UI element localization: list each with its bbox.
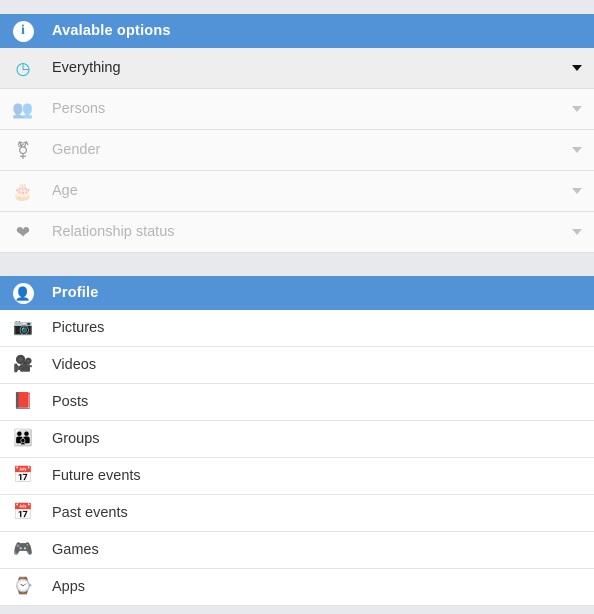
heart-icon: ❤	[15, 222, 31, 242]
option-row-everything[interactable]: ◷ Everything	[0, 48, 594, 89]
option-label: Relationship status	[52, 224, 175, 240]
books-icon: 📕	[13, 393, 33, 410]
profile-row-videos[interactable]: 🎥 Videos	[0, 347, 594, 384]
page-root: i Avalable options ◷ Everything 👥 Persons ⚧ G…	[0, 0, 594, 614]
movie-camera-icon: 🎥	[13, 356, 33, 373]
calendar-icon: 📅	[13, 467, 33, 484]
top-spacer	[0, 0, 594, 14]
profile-title: Profile	[52, 285, 99, 301]
busts-in-silhouette-icon: 👥	[12, 99, 34, 119]
profile-row-games[interactable]: 🎮 Games	[0, 532, 594, 569]
option-label: Everything	[52, 60, 121, 76]
profile-row-apps[interactable]: ⌚ Apps	[0, 569, 594, 606]
game-controller-icon: 🎮	[13, 541, 33, 558]
option-row-relationship-status: ❤ Relationship status	[0, 212, 594, 253]
info-circle-icon: i	[12, 20, 34, 42]
profile-row-pictures[interactable]: 📷 Pictures	[0, 310, 594, 347]
camera-icon: 📷	[13, 319, 33, 336]
chevron-down-icon	[572, 104, 582, 114]
profile-label: Apps	[52, 579, 86, 595]
option-label: Gender	[52, 142, 101, 158]
profile-label: Pictures	[52, 320, 105, 336]
chevron-down-icon	[572, 145, 582, 155]
calendar-icon: 📅	[13, 504, 33, 521]
available-options-list: ◷ Everything 👥 Persons ⚧ Gender 🎂 Age ❤ Relations…	[0, 48, 594, 253]
option-label: Persons	[52, 101, 106, 117]
profile-label: Videos	[52, 357, 97, 373]
option-row-age: 🎂 Age	[0, 171, 594, 212]
option-label: Age	[52, 183, 78, 199]
section-gap	[0, 253, 594, 276]
available-options-panel: i Avalable options ◷ Everything 👥 Persons ⚧ G…	[0, 14, 594, 253]
option-row-gender: ⚧ Gender	[0, 130, 594, 171]
profile-row-future-events[interactable]: 📅 Future events	[0, 458, 594, 495]
profile-header: 👤 Profile	[0, 276, 594, 310]
profile-label: Groups	[52, 431, 100, 447]
birthday-cake-icon: 🎂	[12, 181, 34, 201]
profile-list: 📷 Pictures 🎥 Videos 📕 Posts 👪 Groups 📅 Future eve…	[0, 310, 594, 606]
profile-label: Posts	[52, 394, 89, 410]
profile-row-past-events[interactable]: 📅 Past events	[0, 495, 594, 532]
gender-symbols-icon: ⚧	[15, 140, 31, 160]
person-circle-icon: 👤	[12, 282, 34, 304]
people-group-icon: 👪	[13, 430, 33, 447]
profile-label: Games	[52, 542, 99, 558]
chevron-down-icon[interactable]	[572, 63, 582, 73]
available-options-header: i Avalable options	[0, 14, 594, 48]
available-options-title: Avalable options	[52, 23, 171, 39]
profile-label: Future events	[52, 468, 141, 484]
watch-icon: ⌚	[13, 578, 33, 595]
chevron-down-icon	[572, 227, 582, 237]
profile-row-groups[interactable]: 👪 Groups	[0, 421, 594, 458]
profile-label: Past events	[52, 505, 128, 521]
profile-row-posts[interactable]: 📕 Posts	[0, 384, 594, 421]
option-row-persons: 👥 Persons	[0, 89, 594, 130]
clock-icon: ◷	[15, 58, 31, 78]
chevron-down-icon	[572, 186, 582, 196]
profile-panel: 👤 Profile 📷 Pictures 🎥 Videos 📕 Posts 👪 Groups 📅…	[0, 276, 594, 606]
